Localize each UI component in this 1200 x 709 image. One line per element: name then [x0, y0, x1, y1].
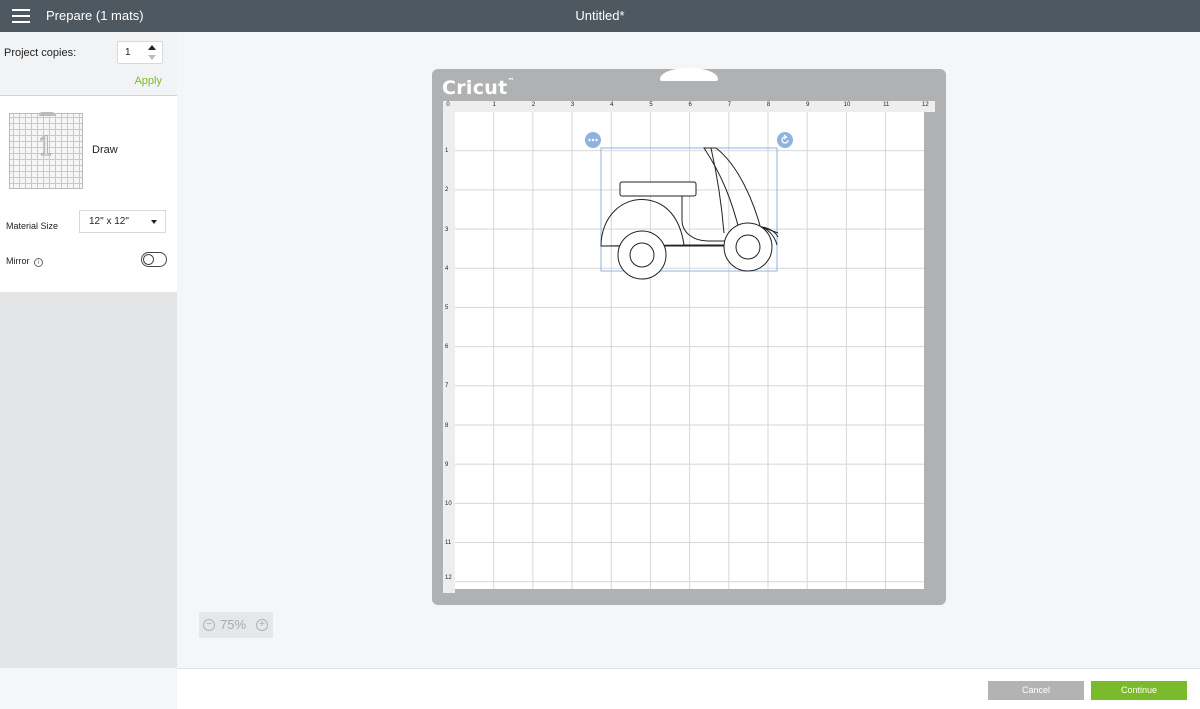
project-copies-stepper[interactable]: 1 — [117, 41, 163, 64]
footer-bar: Cancel Continue — [177, 668, 1200, 709]
top-bar: Prepare (1 mats) Untitled* — [0, 0, 1200, 32]
left-footer — [0, 668, 177, 709]
mat-list: 1 Draw Material Size 12" x 12" Mirror i — [0, 96, 177, 292]
left-panel: Project copies: 1 Apply 1 Draw Material … — [0, 32, 177, 668]
zoom-control: − 75% + — [199, 612, 273, 638]
chevron-down-icon — [151, 220, 157, 224]
scooter-design[interactable] — [600, 147, 779, 280]
material-size-value: 12" x 12" — [89, 216, 129, 227]
decrement-arrow-icon[interactable] — [148, 55, 156, 60]
mirror-label: Mirror i — [6, 256, 44, 267]
toggle-knob — [143, 253, 154, 265]
material-size-label: Material Size — [6, 221, 59, 231]
project-copies-value[interactable]: 1 — [125, 47, 131, 58]
continue-button[interactable]: Continue — [1091, 681, 1187, 700]
more-options-icon[interactable] — [585, 132, 601, 148]
design-layer — [585, 132, 793, 280]
cancel-button[interactable]: Cancel — [988, 681, 1084, 700]
zoom-out-icon[interactable]: − — [203, 619, 215, 631]
mat-number: 1 — [37, 132, 55, 163]
cutting-mat: Cricut™ 0 1 2 3 4 5 6 7 8 9 10 11 12 1 2 3 4 5 6 7 8 9 10 11 12 — [432, 68, 946, 605]
rotate-icon[interactable] — [777, 132, 793, 148]
mirror-label-text: Mirror — [6, 256, 30, 266]
project-copies-section: Project copies: 1 Apply — [0, 32, 177, 96]
mirror-toggle[interactable] — [141, 252, 167, 267]
mat-thumbnail[interactable]: 1 — [9, 112, 83, 189]
info-icon[interactable]: i — [34, 258, 44, 267]
increment-arrow-icon[interactable] — [148, 45, 156, 50]
material-size-dropdown[interactable]: 12" x 12" — [79, 210, 166, 233]
zoom-level: 75% — [220, 617, 247, 632]
document-title: Untitled* — [575, 8, 625, 23]
mat-thumbnail-tab — [39, 112, 55, 116]
project-copies-label: Project copies: — [4, 47, 77, 59]
zoom-in-icon[interactable]: + — [256, 619, 268, 631]
mat-mode-label: Draw — [92, 144, 118, 156]
apply-button[interactable]: Apply — [134, 75, 162, 87]
